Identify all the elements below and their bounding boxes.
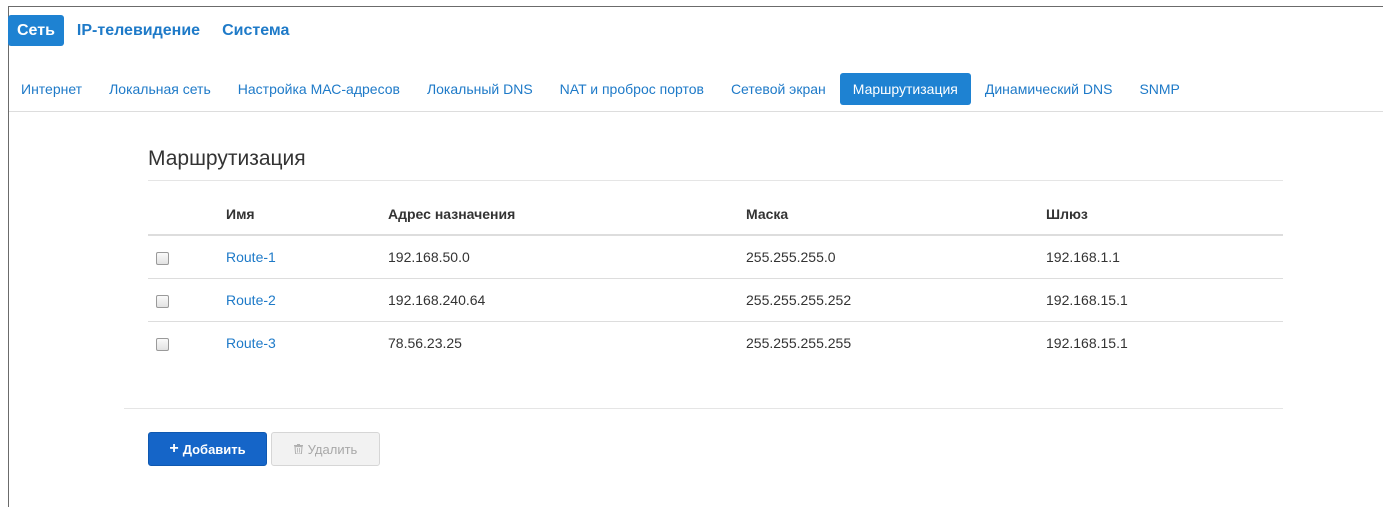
page-title: Маршрутизация [148,147,306,170]
row-select-cell [148,322,226,365]
top-nav-item-system[interactable]: Система [213,15,298,46]
routes-table: Имя Адрес назначения Маска Шлюз Route-1 … [148,194,1283,364]
route-gateway: 192.168.15.1 [1046,335,1128,351]
title-divider [148,180,1283,181]
header-name: Имя [226,194,388,236]
tab-dynamic-dns[interactable]: Динамический DNS [972,73,1126,105]
trash-icon [293,444,303,454]
table-row: Route-2 192.168.240.64 255.255.255.252 1… [148,278,1283,322]
add-button-label: Добавить [182,441,246,457]
route-mask: 255.255.255.0 [746,235,1046,279]
row-select-cell [148,235,226,279]
route-name-link[interactable]: Route-2 [226,292,276,308]
top-nav-item-network[interactable]: Сеть [8,15,64,46]
header-select [148,194,226,236]
tab-snmp[interactable]: SNMP [1126,73,1192,105]
route-gateway: 192.168.15.1 [1046,278,1283,322]
table-row: Route-3 78.56.23.25 255.255.255.255 192.… [148,322,1283,365]
tab-firewall[interactable]: Сетевой экран [718,73,839,105]
tab-internet[interactable]: Интернет [8,73,95,105]
sub-nav: Интернет Локальная сеть Настройка МАС-ад… [8,72,1194,106]
row-checkbox[interactable] [156,337,169,351]
route-name-link[interactable]: Route-1 [226,249,276,265]
delete-route-button[interactable]: Удалить [271,432,380,466]
row-select-cell [148,278,226,322]
top-nav-item-iptv[interactable]: IP-телевидение [68,15,209,46]
sub-nav-divider [9,111,1383,112]
table-row: Route-1 192.168.50.0 255.255.255.0 192.1… [148,235,1283,279]
tab-nat-port-forwarding[interactable]: NAT и проброс портов [547,73,717,105]
route-gateway: 192.168.1.1 [1046,235,1283,279]
route-destination: 78.56.23.25 [388,335,462,351]
route-name-cell: Route-1 [226,235,388,279]
route-destination: 192.168.240.64 [388,278,746,322]
top-nav: Сеть IP-телевидение Система [8,15,302,46]
row-checkbox[interactable] [156,251,169,265]
header-gateway: Шлюз [1046,194,1283,236]
route-destination: 192.168.50.0 [388,235,746,279]
delete-button-label: Удалить [307,441,358,457]
route-mask: 255.255.255.255 [746,335,852,351]
header-mask: Маска [746,194,1046,236]
header-destination: Адрес назначения [388,194,746,236]
row-checkbox[interactable] [156,294,169,308]
tab-mac-settings[interactable]: Настройка МАС-адресов [225,73,413,105]
actions-divider [124,408,1283,409]
plus-icon: + [169,440,179,457]
tab-routing[interactable]: Маршрутизация [839,73,971,105]
tab-local-dns[interactable]: Локальный DNS [414,73,546,105]
route-name-cell: Route-3 [226,322,388,365]
add-route-button[interactable]: + Добавить [148,432,267,466]
tab-local-network[interactable]: Локальная сеть [96,73,224,105]
route-name-link[interactable]: Route-3 [226,335,276,351]
route-mask: 255.255.255.252 [746,278,1046,322]
route-name-cell: Route-2 [226,278,388,322]
table-header-row: Имя Адрес назначения Маска Шлюз [148,194,1283,236]
